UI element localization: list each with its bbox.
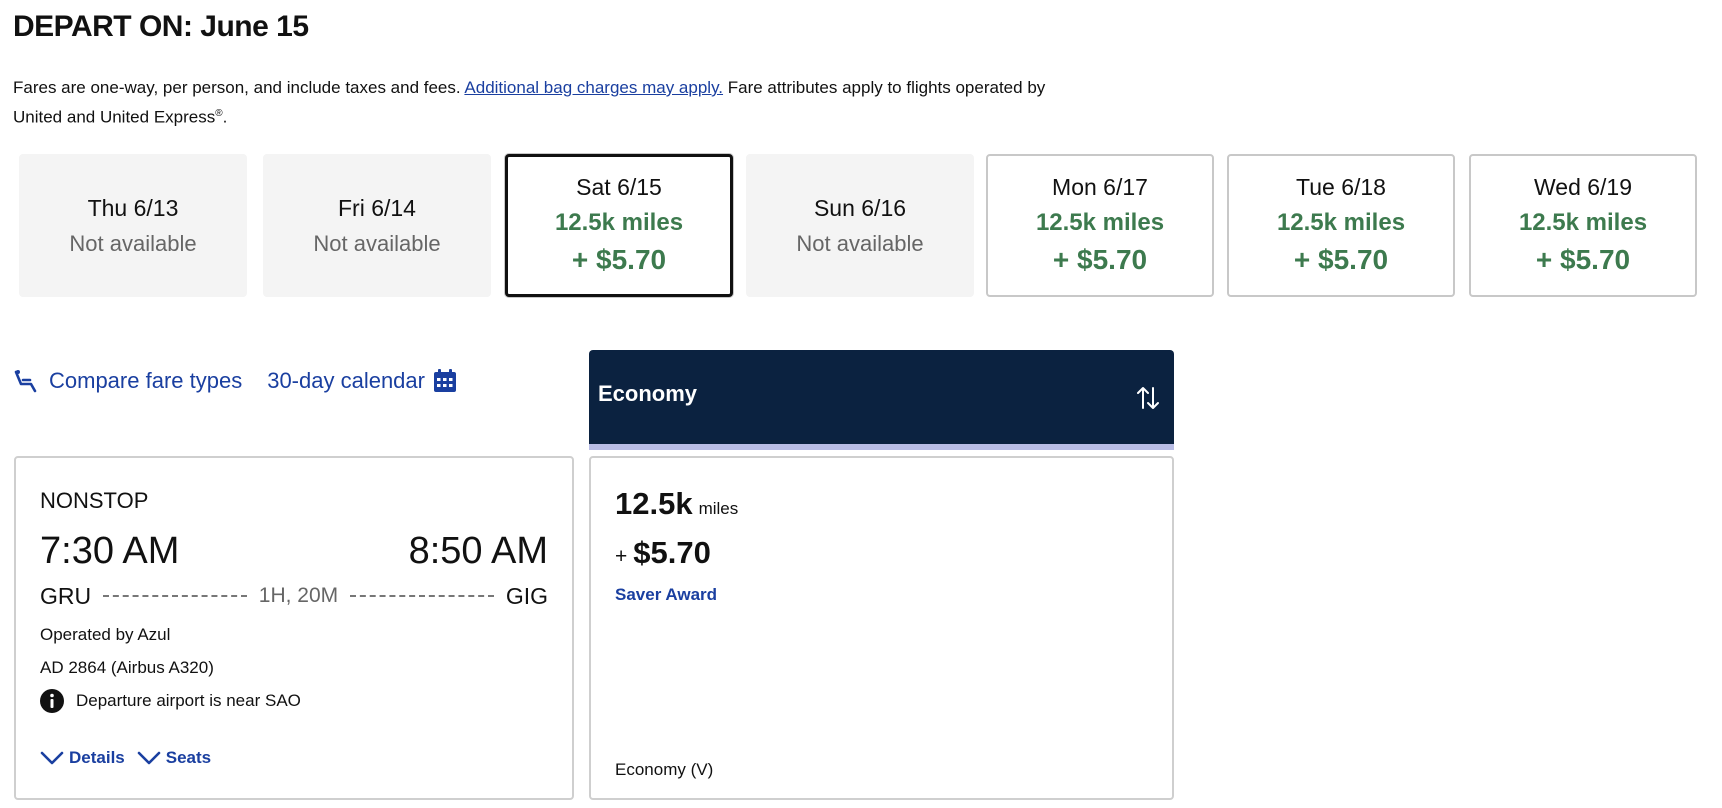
fare-miles: 12.5k miles — [615, 486, 738, 522]
plus-sign: + — [615, 545, 628, 568]
disclaimer-text-start: Fares are one-way, per person, and inclu… — [13, 78, 465, 97]
flight-number: AD 2864 (Airbus A320) — [40, 658, 214, 677]
tile-price: + $5.70 — [571, 243, 667, 275]
tile-status: Not available — [69, 230, 197, 256]
calendar-label: 30-day calendar — [267, 368, 425, 393]
flight-expanders: Details Seats — [40, 748, 223, 768]
page-title: DEPART ON: June 15 — [13, 10, 309, 43]
arrival-time: 8:50 AM — [408, 530, 548, 572]
fare-tools: Compare fare types 30-day calendar — [13, 366, 457, 396]
compare-fare-types-label: Compare fare types — [49, 368, 243, 393]
date-tile-wed-6-19[interactable]: Wed 6/19 12.5k miles + $5.70 — [1469, 154, 1697, 297]
destination-airport: GIG — [505, 582, 549, 609]
date-tile-sun-6-16[interactable]: Sun 6/16 Not available — [746, 154, 974, 297]
date-tile-thu-6-13[interactable]: Thu 6/13 Not available — [19, 154, 247, 297]
stops-label: NONSTOP — [40, 488, 149, 513]
cabin-title: Economy — [598, 381, 698, 406]
tile-day: Mon 6/17 — [1052, 173, 1148, 200]
bag-charges-link[interactable]: Additional bag charges may apply. — [464, 78, 723, 97]
flight-card: NONSTOP 7:30 AM 8:50 AM GRU 1H, 20M GIG … — [14, 456, 574, 800]
route-line: GRU 1H, 20M GIG — [40, 581, 548, 611]
date-tile-sat-6-15[interactable]: Sat 6/15 12.5k miles + $5.70 — [505, 154, 733, 297]
tile-status: Not available — [796, 230, 924, 256]
tile-status: Not available — [313, 230, 441, 256]
tile-price: + $5.70 — [1535, 243, 1631, 275]
fare-taxes: + $5.70 — [615, 535, 711, 571]
seat-icon — [14, 370, 37, 393]
tax-amount: $5.70 — [633, 535, 711, 570]
tile-price: + $5.70 — [1293, 243, 1389, 275]
economy-fare-card[interactable]: 12.5k miles + $5.70 Saver Award Economy … — [589, 456, 1174, 800]
tile-day: Thu 6/13 — [87, 194, 179, 221]
calendar-link[interactable]: 30-day calendar — [267, 366, 457, 396]
date-selector: Thu 6/13 Not available Fri 6/14 Not avai… — [19, 154, 1711, 297]
compare-fare-types-link[interactable]: Compare fare types — [13, 366, 242, 396]
origin-airport: GRU — [40, 582, 92, 609]
chevron-down-icon — [137, 751, 161, 765]
disclaimer-period: . — [222, 107, 228, 127]
tile-day: Wed 6/19 — [1533, 173, 1633, 200]
fare-disclaimer: Fares are one-way, per person, and inclu… — [13, 75, 1093, 131]
fare-type-label: Saver Award — [615, 585, 718, 604]
route-dashes — [350, 595, 494, 597]
tile-miles: 12.5k miles — [554, 208, 684, 236]
tile-day: Sun 6/16 — [813, 194, 907, 221]
miles-amount: 12.5k — [615, 486, 693, 521]
calendar-icon — [433, 369, 456, 392]
info-icon — [40, 689, 64, 713]
seats-toggle[interactable]: Seats — [137, 748, 211, 768]
registered-mark: ® — [215, 108, 223, 119]
date-tile-fri-6-14[interactable]: Fri 6/14 Not available — [263, 154, 491, 297]
date-tile-tue-6-18[interactable]: Tue 6/18 12.5k miles + $5.70 — [1227, 154, 1455, 297]
seats-label: Seats — [165, 748, 212, 767]
airport-notice: Departure airport is near SAO — [40, 689, 301, 713]
departure-time: 7:30 AM — [40, 530, 180, 572]
operator-text: Operated by Azul — [40, 625, 171, 644]
flight-duration: 1H, 20M — [258, 584, 339, 607]
tile-miles: 12.5k miles — [1035, 208, 1165, 236]
chevron-down-icon — [40, 751, 64, 765]
tile-miles: 12.5k miles — [1518, 208, 1648, 236]
economy-column-header[interactable]: Economy — [589, 350, 1174, 450]
tile-price: + $5.70 — [1052, 243, 1148, 275]
date-tile-mon-6-17[interactable]: Mon 6/17 12.5k miles + $5.70 — [986, 154, 1214, 297]
route-dashes — [103, 595, 247, 597]
details-toggle[interactable]: Details — [40, 748, 125, 768]
tile-miles: 12.5k miles — [1276, 208, 1406, 236]
sort-icon[interactable] — [1134, 384, 1162, 412]
notice-text: Departure airport is near SAO — [76, 691, 301, 710]
tile-day: Sat 6/15 — [576, 173, 662, 200]
tile-day: Fri 6/14 — [338, 194, 416, 221]
miles-unit: miles — [698, 499, 739, 518]
fare-class: Economy (V) — [615, 760, 714, 779]
details-label: Details — [69, 748, 125, 767]
tile-day: Tue 6/18 — [1296, 173, 1386, 200]
